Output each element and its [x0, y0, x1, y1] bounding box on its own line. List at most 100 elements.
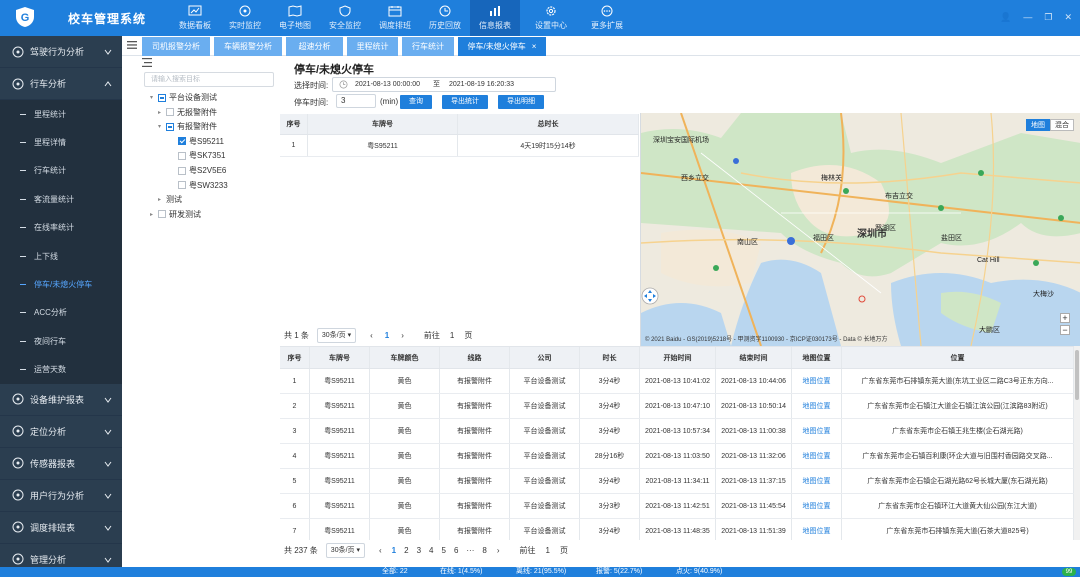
tree-node[interactable]: ▾ 平台设备测试: [150, 91, 217, 104]
tab-close-icon[interactable]: ×: [532, 42, 537, 51]
tab-4[interactable]: 行车统计: [402, 37, 454, 56]
tree-node[interactable]: ▸ 测试: [158, 193, 182, 206]
detail-prev-button[interactable]: ‹: [379, 546, 382, 555]
nav-item-monitor[interactable]: 实时监控: [220, 0, 270, 36]
caret-right-icon[interactable]: ▸: [158, 196, 166, 203]
tree-checkbox[interactable]: [158, 93, 166, 102]
detail-page-1[interactable]: 2: [404, 546, 408, 555]
scrollbar-thumb[interactable]: [1075, 350, 1079, 400]
tree-checkbox[interactable]: [166, 108, 174, 117]
sidebar-group[interactable]: 传感器报表: [0, 447, 122, 480]
summary-page-size-select[interactable]: 30条/页 ▾: [316, 327, 357, 343]
tree-node[interactable]: 粤S2V5E6: [170, 164, 226, 177]
caret-down-icon[interactable]: ▾: [150, 94, 158, 101]
detail-table-scrollbar[interactable]: [1074, 346, 1080, 540]
sidebar-subitem[interactable]: 夜间行车: [0, 327, 122, 356]
tab-0[interactable]: 司机报警分析: [142, 37, 210, 56]
map-location-link[interactable]: 地图位置: [792, 394, 842, 418]
tab-1[interactable]: 车辆报警分析: [214, 37, 282, 56]
map-pan-control-icon[interactable]: [641, 287, 659, 305]
tree-node[interactable]: ▾ 有报警附件: [158, 120, 217, 133]
query-button[interactable]: 查询: [400, 95, 432, 109]
stop-time-input[interactable]: 3: [336, 94, 376, 108]
caret-down-icon[interactable]: ▾: [158, 123, 166, 130]
nav-item-bar-chart[interactable]: 信息报表: [470, 0, 520, 36]
map-type-map-button[interactable]: 地图: [1026, 119, 1050, 131]
sidebar-subitem[interactable]: 停车/未熄火停车: [0, 270, 122, 299]
close-icon[interactable]: ✕: [1064, 12, 1072, 23]
detail-table-row[interactable]: 6 粤S95211 黄色 有报警附件 平台设备测试 3分3秒 2021-08-13 11:4…: [280, 494, 1074, 519]
detail-goto-input[interactable]: 1: [546, 546, 550, 555]
map-location-link[interactable]: 地图位置: [792, 469, 842, 493]
sidebar-group[interactable]: 设备维护报表: [0, 383, 122, 416]
map-zoom-in-icon[interactable]: +: [1060, 313, 1070, 323]
sidebar-subitem[interactable]: 行车统计: [0, 156, 122, 186]
summary-prev-button[interactable]: ‹: [370, 331, 373, 340]
tree-node[interactable]: 粤S95211: [170, 135, 224, 148]
detail-table-row[interactable]: 5 粤S95211 黄色 有报警附件 平台设备测试 3分4秒 2021-08-13 11:3…: [280, 469, 1074, 494]
detail-page-4[interactable]: 5: [441, 546, 445, 555]
sidebar-subitem[interactable]: ACC分析: [0, 298, 122, 328]
sidebar-subitem[interactable]: 里程详情: [0, 128, 122, 157]
summary-page-1[interactable]: 1: [385, 331, 389, 340]
detail-table-row[interactable]: 4 粤S95211 黄色 有报警附件 平台设备测试 28分16秒 2021-08-13 11…: [280, 444, 1074, 469]
detail-page-2[interactable]: 3: [417, 546, 421, 555]
nav-item-history[interactable]: 历史回放: [420, 0, 470, 36]
date-range-picker[interactable]: 2021-08-13 00:00:00 至 2021-08-19 16:20:3…: [332, 77, 556, 92]
sidebar-subitem[interactable]: 里程统计: [0, 100, 122, 129]
detail-next-button[interactable]: ›: [497, 546, 500, 555]
detail-page-0[interactable]: 1: [392, 546, 396, 555]
map-location-link[interactable]: 地图位置: [792, 519, 842, 540]
tree-checkbox[interactable]: [178, 137, 186, 146]
tree-checkbox[interactable]: [178, 151, 186, 160]
tree-checkbox[interactable]: [158, 210, 166, 219]
summary-goto-input[interactable]: 1: [450, 331, 454, 340]
tree-search-input[interactable]: 请输入搜索目标: [144, 72, 274, 87]
map-location-link[interactable]: 地图位置: [792, 419, 842, 443]
map-location-link[interactable]: 地图位置: [792, 494, 842, 518]
nav-item-shield[interactable]: 安全监控: [320, 0, 370, 36]
tree-node[interactable]: ▸ 研发测试: [150, 208, 201, 221]
sidebar-group[interactable]: 管理分析: [0, 543, 122, 567]
user-icon[interactable]: 👤: [1000, 12, 1011, 23]
sidebar-subitem[interactable]: 客流量统计: [0, 185, 122, 214]
detail-page-6[interactable]: ···: [466, 546, 474, 555]
summary-next-button[interactable]: ›: [401, 331, 404, 340]
detail-page-3[interactable]: 4: [429, 546, 433, 555]
detail-page-7[interactable]: 8: [482, 546, 486, 555]
tree-node[interactable]: ▸ 无报警附件: [158, 106, 217, 119]
detail-table-row[interactable]: 1 粤S95211 黄色 有报警附件 平台设备测试 3分4秒 2021-08-13 10:4…: [280, 369, 1074, 394]
export-detail-button[interactable]: 导出明细: [498, 95, 544, 109]
detail-page-5[interactable]: 6: [454, 546, 458, 555]
tree-node[interactable]: 粤SK7351: [170, 149, 225, 162]
minimize-icon[interactable]: —: [1023, 12, 1032, 23]
sidebar-group[interactable]: 驾驶行为分析: [0, 36, 122, 68]
notification-badge[interactable]: 99: [1062, 568, 1076, 576]
sidebar-group[interactable]: 调度排班表: [0, 511, 122, 544]
nav-item-schedule[interactable]: 调度排班: [370, 0, 420, 36]
detail-table-row[interactable]: 7 粤S95211 黄色 有报警附件 平台设备测试 3分4秒 2021-08-13 11:4…: [280, 519, 1074, 540]
sidebar-subitem[interactable]: 在线率统计: [0, 213, 122, 242]
map-location-link[interactable]: 地图位置: [792, 369, 842, 393]
sidebar-group[interactable]: 用户行为分析: [0, 479, 122, 512]
sidebar-subitem[interactable]: 上下线: [0, 241, 122, 271]
tree-node[interactable]: 粤SW3233: [170, 179, 228, 192]
nav-item-gear[interactable]: 设置中心: [526, 0, 576, 36]
caret-right-icon[interactable]: ▸: [150, 211, 158, 218]
map-location-link[interactable]: 地图位置: [792, 444, 842, 468]
detail-table-row[interactable]: 3 粤S95211 黄色 有报警附件 平台设备测试 3分4秒 2021-08-13 10:5…: [280, 419, 1074, 444]
map-type-hybrid-button[interactable]: 混合: [1050, 119, 1074, 131]
menu-toggle-icon[interactable]: [126, 39, 138, 51]
detail-page-size-select[interactable]: 30条/页 ▾: [325, 542, 365, 558]
tab-3[interactable]: 里程统计: [347, 37, 398, 56]
restore-icon[interactable]: ❐: [1044, 12, 1052, 23]
detail-table-row[interactable]: 2 粤S95211 黄色 有报警附件 平台设备测试 3分4秒 2021-08-13 10:4…: [280, 394, 1074, 419]
nav-item-more[interactable]: 更多扩展: [582, 0, 632, 36]
map-zoom-out-icon[interactable]: −: [1060, 325, 1070, 335]
summary-table-row[interactable]: 1 粤S95211 4天19时15分14秒: [280, 135, 639, 157]
nav-item-chart-board[interactable]: 数据看板: [170, 0, 220, 36]
tree-collapse-icon[interactable]: [142, 58, 152, 67]
sidebar-group[interactable]: 行车分析: [0, 68, 122, 100]
tab-2[interactable]: 超速分析: [286, 37, 343, 56]
export-stats-button[interactable]: 导出统计: [442, 95, 488, 109]
